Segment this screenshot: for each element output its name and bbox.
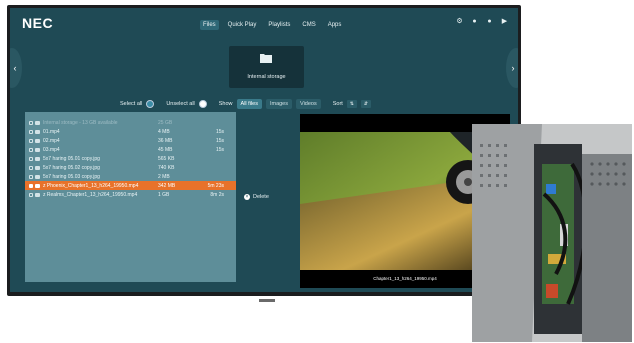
top-bar: NEC Files Quick Play Playlists CMS Apps … <box>10 8 518 38</box>
file-type-icon <box>35 156 40 161</box>
storage-label: Internal storage <box>247 74 286 80</box>
unselect-all-toggle[interactable] <box>198 100 207 108</box>
file-checkbox[interactable] <box>29 147 33 152</box>
main-menu: Files Quick Play Playlists CMS Apps <box>200 20 344 30</box>
media-player-screen: NEC Files Quick Play Playlists CMS Apps … <box>10 8 518 292</box>
monitor-stand <box>259 299 275 302</box>
file-size: 740 KB <box>158 164 175 171</box>
file-checkbox[interactable] <box>29 120 33 125</box>
menu-playlists[interactable]: Playlists <box>265 20 293 30</box>
select-all-label: Select all <box>120 101 143 107</box>
file-size: 25 GB <box>158 119 173 126</box>
file-list: Internal storage - 13 GB available 25 GB 0… <box>25 112 236 282</box>
file-type-icon <box>35 147 40 152</box>
chevron-left-icon: ‹ <box>13 63 17 73</box>
sort-ascending-icon[interactable]: ⇅ <box>346 100 357 108</box>
file-checkbox[interactable] <box>29 129 33 134</box>
delete-label: Delete <box>253 194 269 200</box>
previous-page-button[interactable]: ‹ <box>10 48 22 88</box>
file-duration: 5m 23s <box>207 182 224 189</box>
file-row[interactable]: 5x7 haring 05.02 copy.jpg 740 KB <box>25 163 236 172</box>
file-name: Internal storage - 13 GB available <box>43 119 118 126</box>
file-name: z Phoenix_Chapter1_13_h264_19950.mp4 <box>43 182 139 189</box>
sort-label: Sort <box>332 101 343 107</box>
chevron-right-icon: › <box>511 63 515 73</box>
storage-tile[interactable]: Internal storage <box>229 46 304 88</box>
file-type-icon <box>35 120 40 125</box>
file-checkbox[interactable] <box>29 174 33 179</box>
file-name: 02.mp4 <box>43 137 60 144</box>
file-size: 45 MB <box>158 146 173 153</box>
file-name: 5x7 haring 05.03 copy.jpg <box>43 173 100 180</box>
delete-icon: × <box>244 194 250 200</box>
menu-quick-play[interactable]: Quick Play <box>225 20 260 30</box>
sort-order-icon[interactable]: ⇵ <box>360 100 371 108</box>
file-name: 5x7 haring 05.02 copy.jpg <box>43 164 100 171</box>
file-type-icon <box>35 165 40 170</box>
file-row[interactable]: 5x7 haring 05.01 copy.jpg 565 KB <box>25 154 236 163</box>
top-icons: ⚙ ● ● ▶ <box>456 18 508 25</box>
file-row[interactable]: 01.mp4 4 MB 15s <box>25 127 236 136</box>
network-icon[interactable]: ● <box>471 18 478 25</box>
file-name: 5x7 haring 05.01 copy.jpg <box>43 155 100 162</box>
filter-all-files[interactable]: All files <box>236 99 262 109</box>
file-size: 342 MB <box>158 182 176 189</box>
file-row[interactable]: 02.mp4 36 MB 15s <box>25 136 236 145</box>
compute-module-image <box>472 124 632 342</box>
info-icon[interactable]: ● <box>486 18 493 25</box>
folder-icon <box>260 53 272 63</box>
file-type-icon <box>35 192 40 197</box>
filter-images[interactable]: Images <box>265 99 292 109</box>
file-size: 36 MB <box>158 137 173 144</box>
settings-icon[interactable]: ⚙ <box>456 18 463 25</box>
file-type-icon <box>35 129 40 134</box>
filter-videos[interactable]: Videos <box>296 99 321 109</box>
file-duration: 15s <box>215 137 224 144</box>
show-label: Show <box>218 101 233 107</box>
file-row: Internal storage - 13 GB available 25 GB <box>25 118 236 127</box>
file-row[interactable]: z Realms_Chapter1_13_h264_19950.mp4 1 GB 8… <box>25 190 236 199</box>
unselect-all-label: Unselect all <box>166 101 195 107</box>
file-checkbox[interactable] <box>29 183 33 188</box>
menu-apps[interactable]: Apps <box>325 20 345 30</box>
file-size: 1 GB <box>158 191 170 198</box>
file-checkbox[interactable] <box>29 138 33 143</box>
menu-cms[interactable]: CMS <box>299 20 318 30</box>
file-row[interactable]: z Phoenix_Chapter1_13_h264_19950.mp4 342 … <box>25 181 236 190</box>
file-name: 01.mp4 <box>43 128 60 135</box>
file-duration: 15s <box>215 128 224 135</box>
file-checkbox[interactable] <box>29 156 33 161</box>
file-size: 2 MB <box>158 173 170 180</box>
file-duration: 8m 2s <box>210 191 224 198</box>
file-type-icon <box>35 138 40 143</box>
file-type-icon <box>35 183 40 188</box>
file-checkbox[interactable] <box>29 192 33 197</box>
next-page-button[interactable]: › <box>506 48 518 88</box>
file-duration: 15s <box>215 146 224 153</box>
file-row[interactable]: 03.mp4 45 MB 15s <box>25 145 236 154</box>
file-type-icon <box>35 174 40 179</box>
file-name: 03.mp4 <box>43 146 60 153</box>
display-monitor: NEC Files Quick Play Playlists CMS Apps … <box>7 5 521 302</box>
hardware-photo <box>472 124 632 342</box>
file-size: 4 MB <box>158 128 170 135</box>
select-all-toggle[interactable] <box>146 100 155 108</box>
file-row[interactable]: 5x7 haring 05.03 copy.jpg 2 MB <box>25 172 236 181</box>
file-name: z Realms_Chapter1_13_h264_19950.mp4 <box>43 191 138 198</box>
file-size: 565 KB <box>158 155 175 162</box>
menu-files[interactable]: Files <box>200 20 219 30</box>
brand-logo: NEC <box>22 15 54 31</box>
file-controls: Select all Unselect all Show All files I… <box>120 98 371 110</box>
file-checkbox[interactable] <box>29 165 33 170</box>
delete-button[interactable]: × Delete <box>244 194 269 200</box>
play-icon[interactable]: ▶ <box>501 18 508 25</box>
